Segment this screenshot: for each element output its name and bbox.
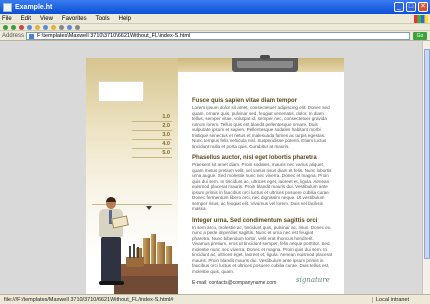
menu-file[interactable]: File: [2, 16, 12, 22]
mail-icon[interactable]: [67, 24, 72, 30]
arrow-down-icon: [146, 206, 152, 210]
article-content: Fusce quis sapien vitae diam tempor Lore…: [192, 98, 332, 286]
ie-page-icon: [3, 2, 12, 12]
search-icon[interactable]: [43, 24, 48, 30]
scrollbar-thumb[interactable]: [424, 49, 430, 259]
address-label: Address: [2, 32, 25, 39]
nav-item-4[interactable]: 4.0: [132, 140, 172, 149]
nav-item-3[interactable]: 3.0: [132, 131, 172, 140]
nav-item-1[interactable]: 1.0: [132, 113, 172, 122]
left-column: 1.0 2.0 3.0 4.0 5.0: [86, 58, 178, 294]
maximize-button[interactable]: □: [406, 2, 416, 12]
windows-logo-icon: [414, 15, 428, 23]
logo-box: [98, 81, 144, 102]
menu-help[interactable]: Help: [119, 16, 131, 22]
article-heading-2: Phasellus auctor, nisl eget lobortis pha…: [192, 155, 317, 161]
forward-icon[interactable]: [11, 24, 16, 30]
history-icon[interactable]: [59, 24, 64, 30]
print-icon[interactable]: [75, 24, 80, 30]
back-icon[interactable]: [3, 24, 8, 30]
article-text-3: In sem arcu, molestie ac, tincidunt quis…: [192, 224, 332, 274]
menu-bar: File Edit View Favorites Tools Help: [0, 14, 430, 24]
security-zone: Local intranet: [372, 296, 430, 303]
article-heading-1: Fusce quis sapien vitae diam tempor: [192, 98, 298, 104]
address-input[interactable]: F:\templates\Maxwell 3710\3710\6621Witho…: [26, 31, 410, 40]
minimize-button[interactable]: _: [394, 2, 404, 12]
window-title: Example.ht: [15, 3, 53, 11]
go-button[interactable]: Go: [413, 31, 427, 40]
article-heading-3: Integer urna. Sed condimentum sagittis o…: [192, 217, 318, 224]
refresh-icon[interactable]: [27, 24, 32, 30]
favorites-icon[interactable]: [51, 24, 56, 30]
nav-menu: 1.0 2.0 3.0 4.0 5.0: [132, 113, 172, 158]
article-text-2: Praesent sit amet diam. Proin sodales, m…: [192, 162, 332, 211]
window-controls: _ □ ✕: [394, 2, 428, 12]
status-bar: file:///F:/templates/Maxwell 3710/3710/6…: [0, 294, 430, 304]
close-button[interactable]: ✕: [418, 2, 428, 12]
title-bar: Example.ht _ □ ✕: [0, 0, 430, 14]
navigation-toolbar: [0, 24, 430, 31]
page-viewport: 1.0 2.0 3.0 4.0 5.0 Fusce quis sapien vi…: [0, 41, 430, 294]
email-link[interactable]: contacts@companyname.com: [209, 280, 276, 286]
businessman-image: [90, 197, 134, 292]
menu-tools[interactable]: Tools: [96, 16, 110, 22]
home-icon[interactable]: [35, 24, 40, 30]
nav-item-2[interactable]: 2.0: [132, 122, 172, 131]
stop-icon[interactable]: [19, 24, 24, 30]
menu-edit[interactable]: Edit: [21, 16, 31, 22]
vertical-scrollbar[interactable]: [422, 41, 430, 294]
article-text-1: Lorem ipsum dolor sit amet, consectetuer…: [192, 105, 330, 149]
website-template: 1.0 2.0 3.0 4.0 5.0 Fusce quis sapien vi…: [86, 55, 344, 294]
address-bar: Address F:\templates\Maxwell 3710\3710\6…: [0, 31, 430, 41]
status-text: file:///F:/templates/Maxwell 3710/3710/6…: [4, 296, 174, 303]
email-label: E-mail:: [192, 280, 208, 286]
clipboard-clip-icon: [232, 55, 298, 72]
menu-favorites[interactable]: Favorites: [62, 16, 87, 22]
menu-view[interactable]: View: [40, 16, 53, 22]
nav-item-5[interactable]: 5.0: [132, 149, 172, 158]
signature-image: signature: [296, 276, 330, 284]
